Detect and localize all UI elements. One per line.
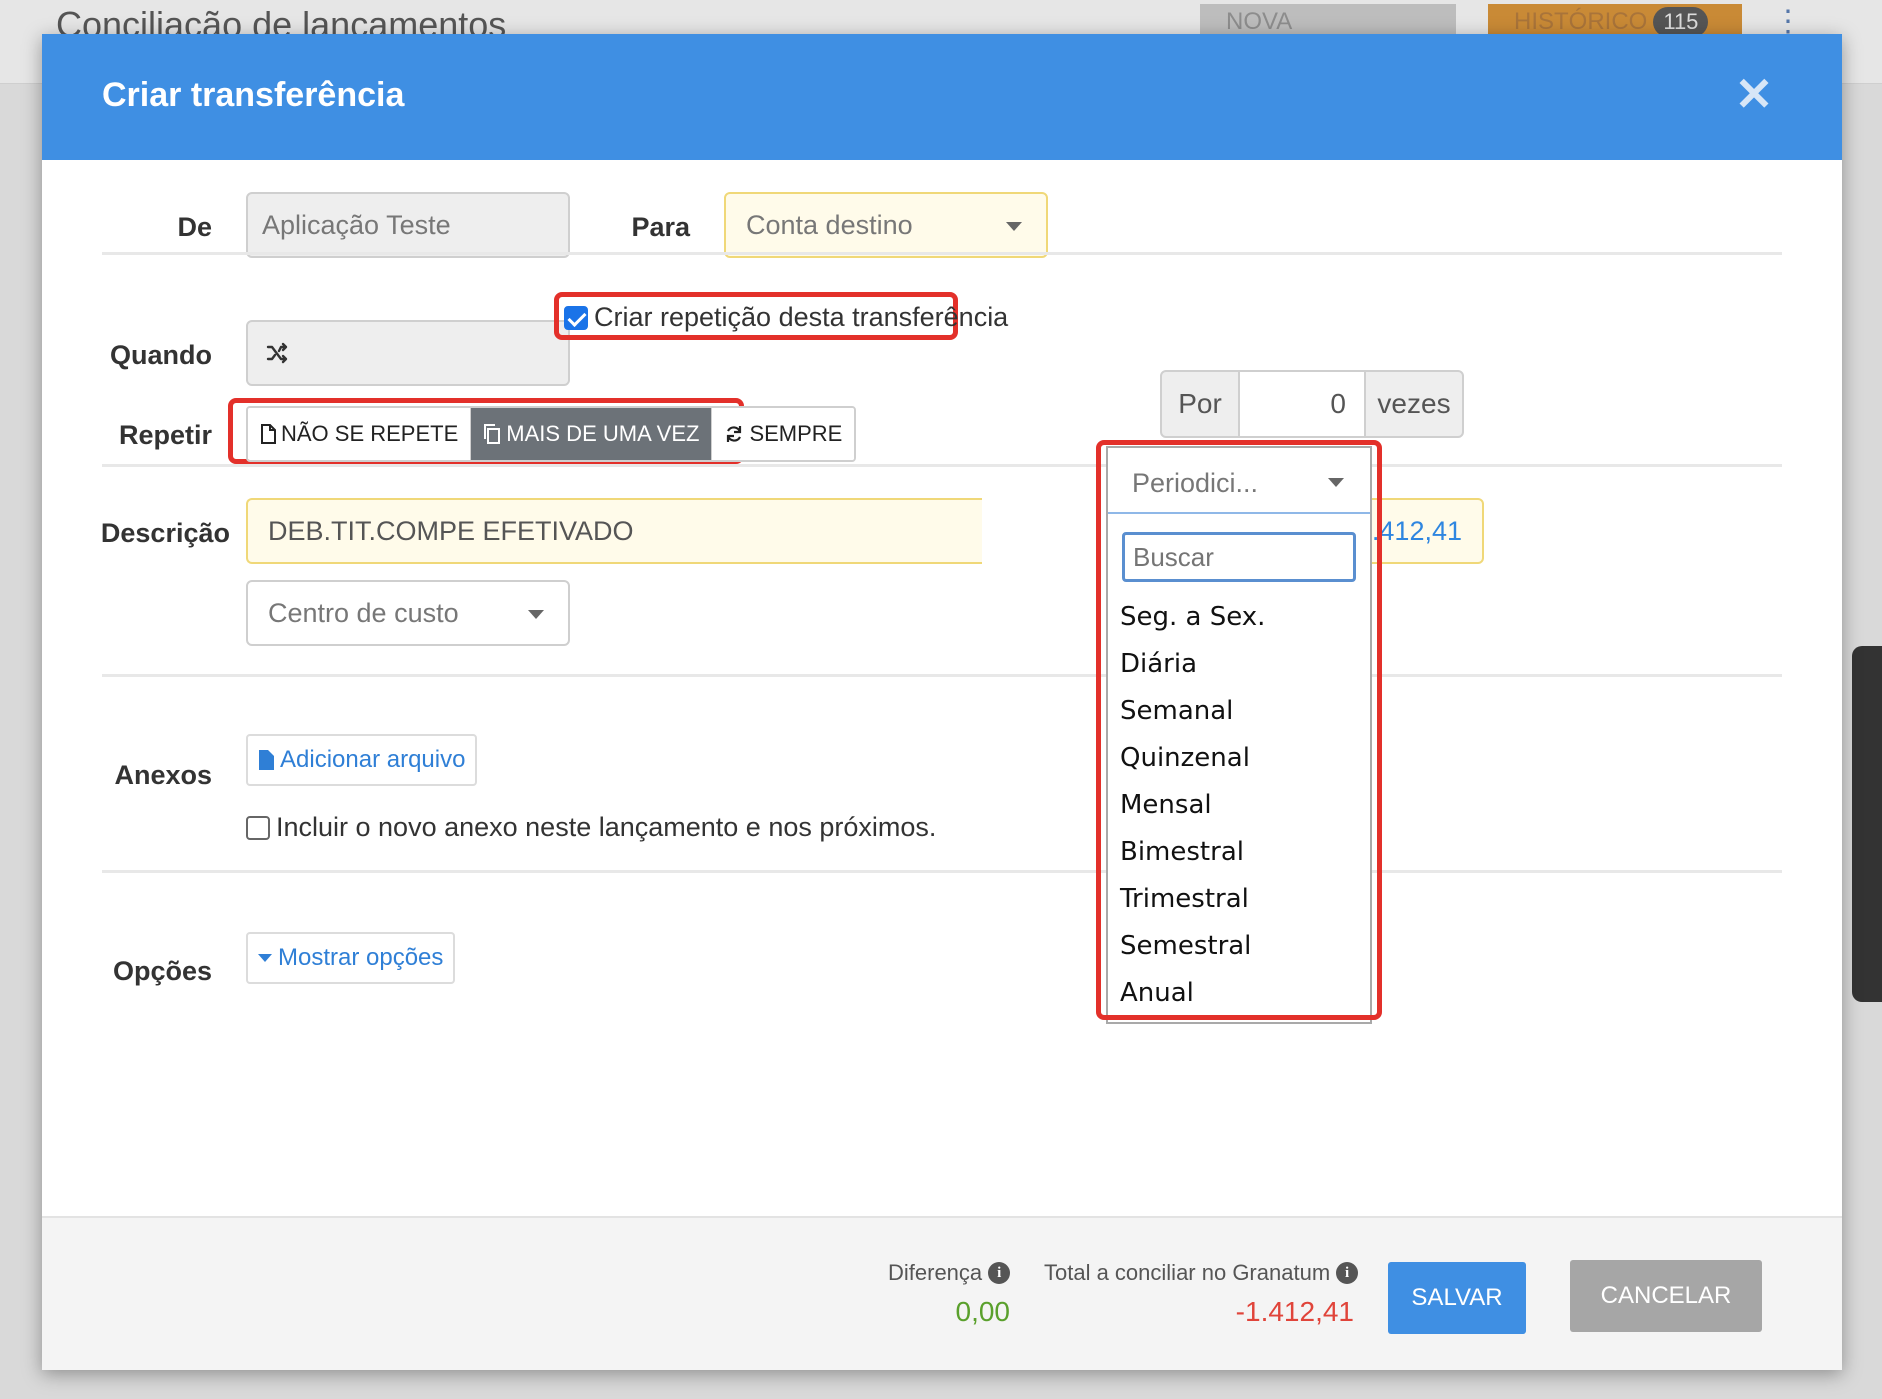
include-attachment-checkbox[interactable]: Incluir o novo anexo neste lançamento e … [246,812,936,843]
periodicity-highlight [1096,440,1382,1020]
difference-label-text: Diferença [888,1260,983,1285]
include-attachment-checkbox-box[interactable] [246,815,270,840]
repeat-transfer-checkbox[interactable]: Criar repetição desta transferência [564,302,1008,333]
info-icon[interactable]: i [988,1262,1011,1284]
description-input[interactable]: DEB.TIT.COMPE EFETIVADO [246,498,982,564]
from-value: Aplicação Teste [262,209,451,240]
repeat-option-never-label: NÃO SE REPETE [281,421,459,446]
refresh-icon [727,426,742,442]
to-account-select[interactable]: Conta destino [724,192,1048,258]
repeat-count-input[interactable]: 0 [1238,370,1366,438]
when-label: Quando [110,340,212,370]
repeat-label: Repetir [118,420,212,450]
count-prefix: Por [1160,370,1240,438]
divider [102,464,1782,467]
feedback-side-tab[interactable] [1852,646,1882,1002]
description-label: Descrição [100,518,230,548]
divider [102,674,1782,677]
to-account-placeholder: Conta destino [746,209,913,240]
info-icon[interactable]: i [1336,1262,1359,1284]
show-options-button-label: Mostrar opções [278,944,444,971]
total-to-reconcile-value: -1.412,41 [1235,1296,1354,1327]
show-options-button[interactable]: Mostrar opções [246,932,456,984]
repeat-transfer-checkbox-box[interactable] [564,305,588,330]
add-file-button-label: Adicionar arquivo [280,746,466,773]
repeat-option-multiple[interactable]: MAIS DE UMA VEZ [471,408,713,460]
attachments-label: Anexos [114,760,212,790]
repeat-option-never[interactable]: NÃO SE REPETE [248,408,472,460]
from-label: De [177,212,212,242]
repeat-transfer-checkbox-label: Criar repetição desta transferência [594,302,1009,332]
file-icon [259,750,274,770]
save-button[interactable]: SALVAR [1388,1262,1526,1334]
total-to-reconcile-label-text: Total a conciliar no Granatum [1044,1260,1331,1285]
chevron-down-icon [1006,222,1022,231]
repeat-segmented-control: NÃO SE REPETE MAIS DE UMA VEZ SEMPRE [246,406,857,462]
divider [102,252,1782,255]
repeat-option-always[interactable]: SEMPRE [712,408,855,460]
repeat-count-value: 0 [1330,388,1346,419]
options-label: Opções [112,956,212,986]
from-field[interactable]: Aplicação Teste [246,192,570,258]
add-file-button[interactable]: Adicionar arquivo [246,734,478,786]
include-attachment-checkbox-label: Incluir o novo anexo neste lançamento e … [276,812,937,842]
cost-center-select[interactable]: Centro de custo [246,580,570,646]
shuffle-icon [266,342,288,364]
close-icon[interactable]: ✕ [1728,68,1780,120]
history-count-badge: 115 [1653,7,1709,37]
history-button-label: HISTÓRICO [1514,8,1648,35]
repeat-option-always-label: SEMPRE [749,421,843,446]
modal-title: Criar transferência [102,76,405,114]
cost-center-placeholder: Centro de custo [268,597,459,628]
description-value: DEB.TIT.COMPE EFETIVADO [268,515,634,546]
file-icon [261,424,276,444]
count-suffix: vezes [1364,370,1464,438]
total-to-reconcile-label: Total a conciliar no Granatum i [1044,1260,1359,1286]
count-suffix-label: vezes [1377,388,1451,419]
modal-header: Criar transferência ✕ [42,34,1842,160]
create-transfer-modal: Criar transferência ✕ De Aplicação Teste… [42,34,1842,1370]
count-prefix-label: Por [1178,388,1222,419]
divider [102,870,1782,873]
chevron-down-icon [528,610,544,619]
difference-value: 0,00 [955,1296,1011,1327]
to-label: Para [631,212,690,242]
caret-down-icon [258,954,272,962]
cancel-button[interactable]: CANCELAR [1570,1260,1762,1332]
copy-icon [484,424,501,444]
difference-label: Diferença i [888,1260,1011,1286]
repeat-option-multiple-label: MAIS DE UMA VEZ [506,421,700,446]
when-date-field[interactable] [246,320,570,386]
